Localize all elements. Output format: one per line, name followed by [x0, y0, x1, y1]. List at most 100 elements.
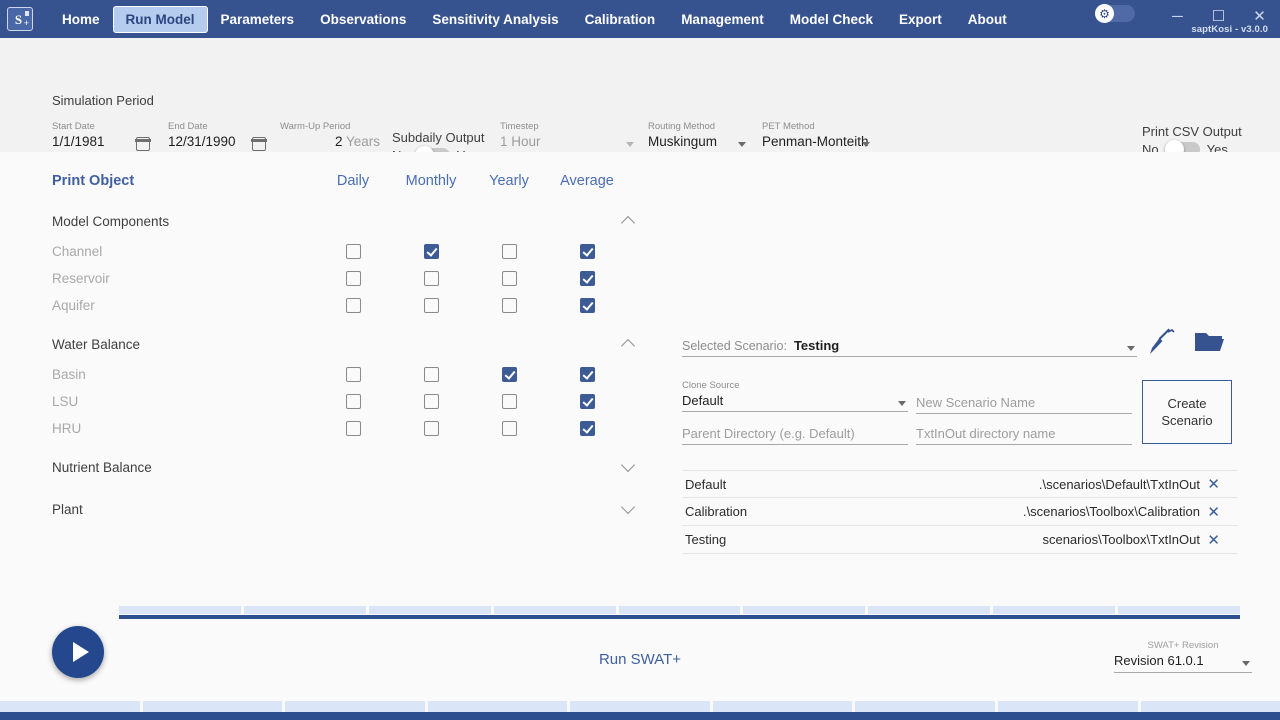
list-item[interactable]: Calibration .\scenarios\Toolbox\Calibrat…: [682, 498, 1238, 526]
clone-source-field[interactable]: Clone Source Default: [682, 380, 908, 412]
scenario-name: Default: [685, 476, 727, 492]
checkbox-hru-daily[interactable]: [345, 421, 361, 436]
list-item[interactable]: Default .\scenarios\Default\TxtInOut ✕: [682, 470, 1238, 498]
checkbox-channel-average[interactable]: [579, 244, 595, 259]
calendar-icon[interactable]: [251, 137, 267, 151]
new-scenario-name-input[interactable]: New Scenario Name: [916, 394, 1132, 414]
checkbox-lsu-monthly[interactable]: [423, 394, 439, 409]
checkbox-channel-daily[interactable]: [345, 244, 361, 259]
checkbox-cell: [470, 244, 548, 259]
checkbox-channel-monthly[interactable]: [423, 244, 439, 259]
progress-line: [119, 615, 1240, 619]
chevron-down-icon[interactable]: [738, 142, 746, 147]
selected-scenario-dropdown[interactable]: Selected Scenario: Testing: [682, 338, 1137, 357]
calendar-icon[interactable]: [135, 137, 151, 151]
group-label: Model Components: [52, 214, 170, 229]
nav-item-calibration[interactable]: Calibration: [572, 6, 669, 33]
routing-method-field[interactable]: Routing Method Muskingum: [648, 120, 748, 154]
nav-item-parameters[interactable]: Parameters: [208, 6, 308, 33]
timestep-label: Timestep: [500, 121, 539, 132]
checkbox-basin-average[interactable]: [579, 367, 595, 382]
delete-scenario-icon[interactable]: ✕: [1207, 475, 1220, 493]
checkbox-cell: [548, 394, 626, 409]
scenario-name: Calibration: [685, 504, 748, 519]
list-item[interactable]: Testing scenarios\Toolbox\TxtInOut ✕: [682, 526, 1238, 554]
group-header-water-balance[interactable]: Water Balance: [52, 328, 642, 361]
nav-item-home[interactable]: Home: [49, 6, 113, 33]
chevron-down-icon[interactable]: [898, 401, 906, 406]
chevron-up-icon[interactable]: [622, 215, 636, 229]
chevron-down-icon[interactable]: [626, 142, 634, 147]
checkbox-aquifer-daily[interactable]: [345, 298, 361, 313]
row-label-hru: HRU: [52, 421, 82, 436]
pet-method-field[interactable]: PET Method Penman-Monteith: [762, 120, 872, 154]
checkbox-reservoir-average[interactable]: [579, 271, 595, 286]
checkbox-lsu-yearly[interactable]: [501, 394, 517, 409]
swat-revision-select[interactable]: SWAT+ Revision Revision 61.0.1: [1114, 640, 1252, 673]
timestep-field[interactable]: Timestep 1 Hour: [500, 120, 636, 154]
checkbox-aquifer-monthly[interactable]: [423, 298, 439, 313]
create-scenario-button[interactable]: Create Scenario: [1142, 380, 1232, 444]
column-header-yearly[interactable]: Yearly: [470, 173, 548, 189]
progress-segments: [119, 606, 1241, 614]
delete-scenario-icon[interactable]: ✕: [1207, 531, 1220, 549]
column-header-average[interactable]: Average: [548, 173, 626, 189]
checkbox-reservoir-yearly[interactable]: [501, 271, 517, 286]
theme-toggle[interactable]: ⚙: [1095, 4, 1135, 23]
nav-item-sensitivity-analysis[interactable]: Sensitivity Analysis: [419, 6, 571, 33]
checkbox-aquifer-average[interactable]: [579, 298, 595, 313]
chevron-down-icon[interactable]: [622, 503, 636, 517]
start-date-field[interactable]: Start Date 1/1/1981: [52, 120, 152, 154]
checkbox-cell: [314, 367, 392, 382]
txtinout-directory-input[interactable]: TxtInOut directory name: [916, 425, 1132, 445]
column-header-monthly[interactable]: Monthly: [392, 173, 470, 189]
end-date-field[interactable]: End Date 12/31/1990: [168, 120, 268, 154]
group-header-nutrient-balance[interactable]: Nutrient Balance: [52, 451, 642, 484]
checkbox-cell: [548, 271, 626, 286]
row-label-reservoir: Reservoir: [52, 271, 110, 286]
nav-item-management[interactable]: Management: [668, 6, 777, 33]
scenario-path: scenarios\Toolbox\TxtInOut: [1042, 532, 1200, 547]
nav-item-model-check[interactable]: Model Check: [777, 6, 886, 33]
nav-item-run-model[interactable]: Run Model: [112, 5, 208, 33]
pet-method-value: Penman-Monteith: [762, 134, 869, 149]
checkbox-reservoir-monthly[interactable]: [423, 271, 439, 286]
chevron-down-icon[interactable]: [622, 461, 636, 475]
checkbox-lsu-average[interactable]: [579, 394, 595, 409]
chevron-down-icon[interactable]: [1127, 346, 1135, 351]
column-header-daily[interactable]: Daily: [314, 173, 392, 189]
checkbox-aquifer-yearly[interactable]: [501, 298, 517, 313]
row-label-basin: Basin: [52, 367, 86, 382]
chevron-up-icon[interactable]: [622, 338, 636, 352]
delete-scenario-icon[interactable]: ✕: [1207, 503, 1220, 521]
nav-item-about[interactable]: About: [955, 6, 1020, 33]
chevron-down-icon[interactable]: [1242, 661, 1250, 666]
chevron-down-icon[interactable]: [862, 142, 870, 147]
checkbox-basin-monthly[interactable]: [423, 367, 439, 382]
start-date-label: Start Date: [52, 121, 95, 132]
nav-item-export[interactable]: Export: [886, 6, 955, 33]
group-header-model-components[interactable]: Model Components: [52, 205, 642, 238]
app-logo-icon: S +: [7, 7, 33, 31]
parent-directory-input[interactable]: Parent Directory (e.g. Default): [682, 425, 908, 445]
checkbox-hru-yearly[interactable]: [501, 421, 517, 436]
main-nav: Home Run Model Parameters Observations S…: [49, 5, 1020, 33]
warm-up-period-value: 2 Years: [334, 134, 380, 149]
checkbox-reservoir-daily[interactable]: [345, 271, 361, 286]
progress-bar: [119, 606, 1241, 619]
broom-icon[interactable]: [1148, 328, 1178, 361]
warm-up-period-label: Warm-Up Period: [280, 121, 351, 132]
scenario-path: .\scenarios\Toolbox\Calibration: [1022, 504, 1200, 519]
checkbox-basin-yearly[interactable]: [501, 367, 517, 382]
swat-revision-value: Revision 61.0.1: [1114, 653, 1204, 668]
checkbox-basin-daily[interactable]: [345, 367, 361, 382]
checkbox-lsu-daily[interactable]: [345, 394, 361, 409]
open-folder-icon[interactable]: [1194, 328, 1226, 361]
checkbox-cell: [470, 298, 548, 313]
checkbox-hru-monthly[interactable]: [423, 421, 439, 436]
group-header-plant[interactable]: Plant: [52, 493, 642, 526]
checkbox-channel-yearly[interactable]: [501, 244, 517, 259]
nav-item-observations[interactable]: Observations: [307, 6, 419, 33]
warm-up-period-field[interactable]: Warm-Up Period 2 Years: [280, 120, 380, 154]
checkbox-hru-average[interactable]: [579, 421, 595, 436]
